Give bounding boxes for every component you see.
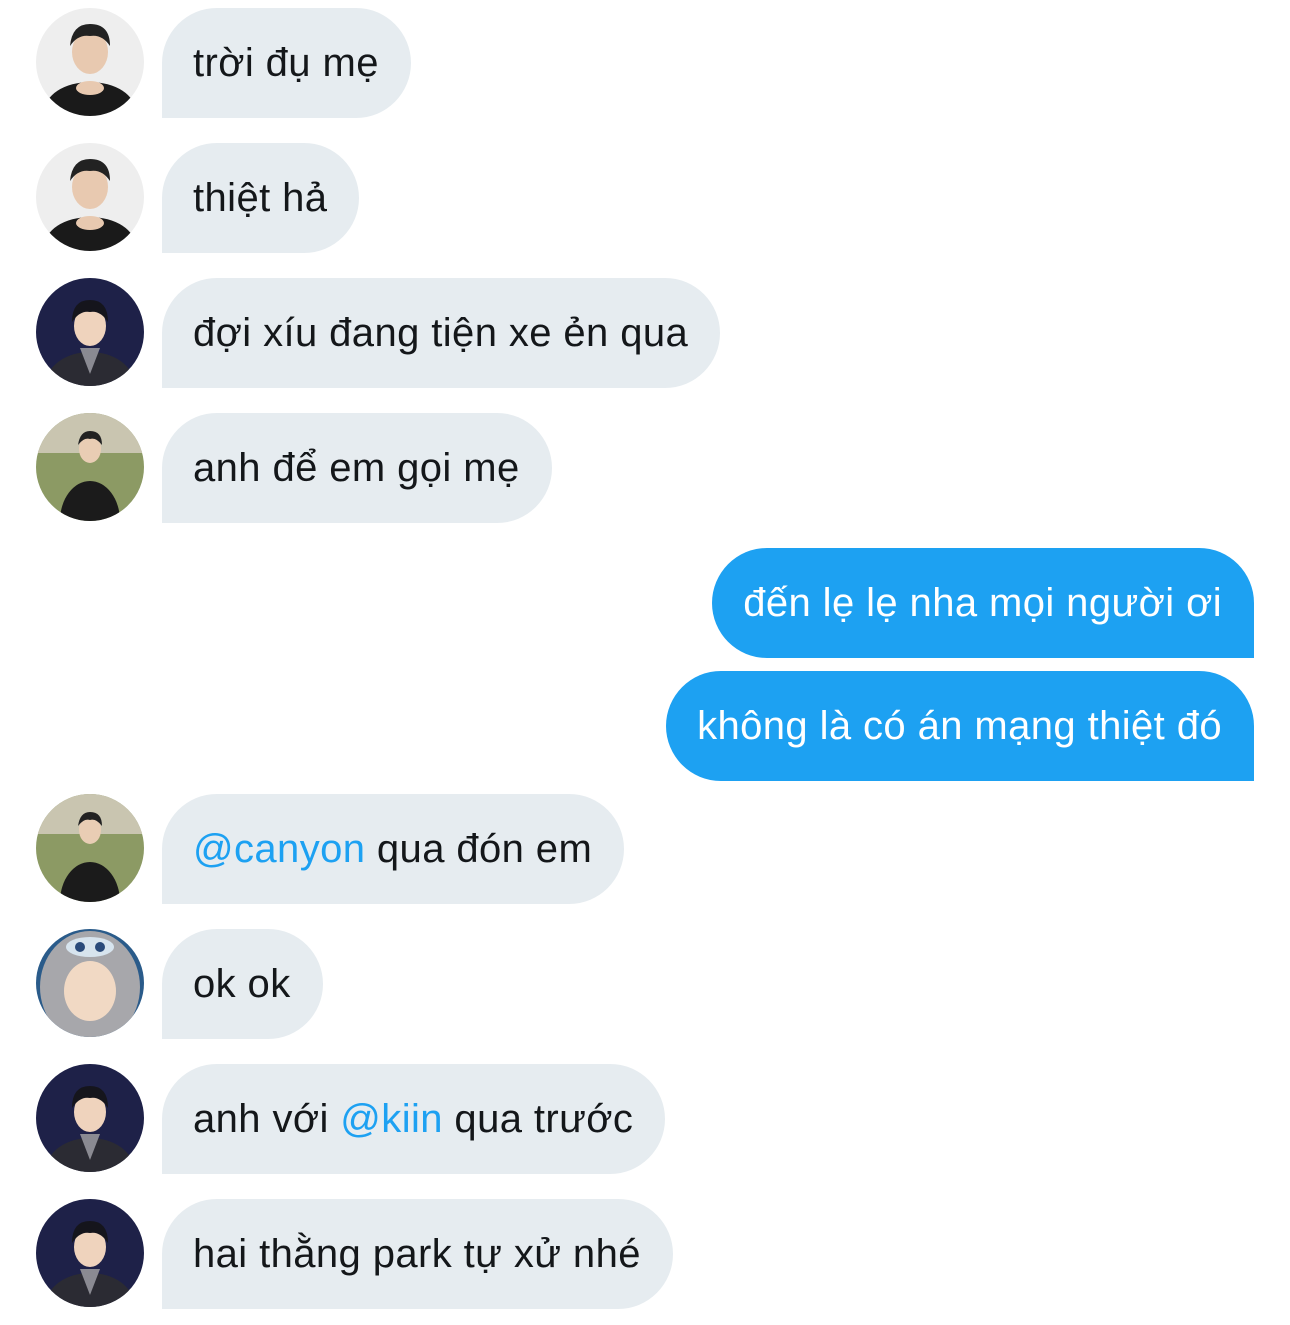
message-row: trời đụ mẹ bbox=[0, 8, 1290, 118]
message-text: qua đón em bbox=[365, 827, 593, 871]
message-row: @canyon qua đón em bbox=[0, 794, 1290, 904]
user-b-avatar[interactable] bbox=[36, 1199, 144, 1307]
message-bubble[interactable]: đến lẹ lẹ nha mọi người ơi bbox=[712, 548, 1254, 658]
message-row: đợi xíu đang tiện xe ẻn qua bbox=[0, 278, 1290, 388]
mention-link[interactable]: @canyon bbox=[193, 827, 365, 871]
message-bubble[interactable]: đợi xíu đang tiện xe ẻn qua bbox=[162, 278, 721, 388]
message-row: anh để em gọi mẹ bbox=[0, 413, 1290, 523]
message-bubble[interactable]: anh để em gọi mẹ bbox=[162, 413, 552, 523]
message-bubble[interactable]: ok ok bbox=[162, 929, 323, 1039]
message-bubble[interactable]: @canyon qua đón em bbox=[162, 794, 625, 904]
message-row: hai thằng park tự xử nhé bbox=[0, 1199, 1290, 1309]
message-bubble[interactable]: hai thằng park tự xử nhé bbox=[162, 1199, 673, 1309]
mention-link[interactable]: @kiin bbox=[340, 1097, 443, 1141]
user-c-avatar[interactable] bbox=[36, 794, 144, 902]
user-b-avatar[interactable] bbox=[36, 1064, 144, 1172]
message-row: thiệt hả bbox=[0, 143, 1290, 253]
message-bubble[interactable]: thiệt hả bbox=[162, 143, 360, 253]
message-row: không là có án mạng thiệt đó bbox=[0, 671, 1290, 781]
user-a-avatar[interactable] bbox=[36, 8, 144, 116]
message-bubble[interactable]: không là có án mạng thiệt đó bbox=[666, 671, 1254, 781]
message-text: qua trước bbox=[442, 1097, 634, 1141]
message-bubble[interactable]: anh với @kiin qua trước bbox=[162, 1064, 666, 1174]
message-row: đến lẹ lẹ nha mọi người ơi bbox=[0, 548, 1290, 658]
user-d-avatar[interactable] bbox=[36, 929, 144, 1037]
message-row: ok ok bbox=[0, 929, 1290, 1039]
user-c-avatar[interactable] bbox=[36, 413, 144, 521]
user-a-avatar[interactable] bbox=[36, 143, 144, 251]
message-row: anh với @kiin qua trước bbox=[0, 1064, 1290, 1174]
user-b-avatar[interactable] bbox=[36, 278, 144, 386]
message-text: anh với bbox=[193, 1097, 341, 1141]
message-bubble[interactable]: trời đụ mẹ bbox=[162, 8, 411, 118]
